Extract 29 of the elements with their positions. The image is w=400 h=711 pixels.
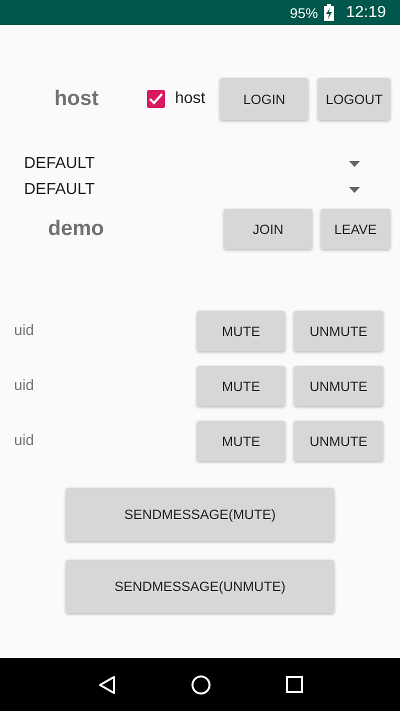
uid-label: uid	[14, 377, 34, 394]
checkbox-label: host	[175, 90, 206, 108]
send-mute-button[interactable]: SENDMESSAGE(MUTE)	[66, 488, 334, 541]
home-icon[interactable]	[190, 674, 210, 694]
dropdown-caret-icon	[349, 161, 360, 167]
back-icon[interactable]	[98, 674, 116, 694]
unmute-button[interactable]: UNMUTE	[294, 366, 383, 406]
dropdown[interactable]: DEFAULT	[0, 177, 400, 203]
mute-button[interactable]: MUTE	[197, 421, 285, 461]
clock: 12:19	[346, 4, 386, 22]
mute-button[interactable]: MUTE	[197, 366, 285, 406]
unmute-button[interactable]: UNMUTE	[294, 311, 383, 351]
logout-button[interactable]: LOGOUT	[318, 78, 390, 120]
unmute-button[interactable]: UNMUTE	[294, 421, 383, 461]
channel-name: demo	[48, 217, 104, 240]
uid-label: uid	[14, 432, 34, 449]
battery-percent: 95%	[290, 4, 318, 20]
join-button[interactable]: JOIN	[224, 209, 312, 249]
login-button[interactable]: LOGIN	[220, 78, 308, 120]
dropdown[interactable]: DEFAULT	[0, 151, 400, 177]
host-checkbox[interactable]	[147, 90, 165, 108]
user-name: host	[54, 87, 99, 111]
mute-button[interactable]: MUTE	[197, 311, 285, 351]
uid-label: uid	[14, 322, 34, 339]
send-unmute-button[interactable]: SENDMESSAGE(UNMUTE)	[66, 560, 334, 613]
dropdown-caret-icon	[349, 187, 360, 193]
battery-charging-icon	[324, 4, 334, 21]
leave-button[interactable]: LEAVE	[321, 209, 390, 249]
recents-icon[interactable]	[286, 676, 302, 693]
